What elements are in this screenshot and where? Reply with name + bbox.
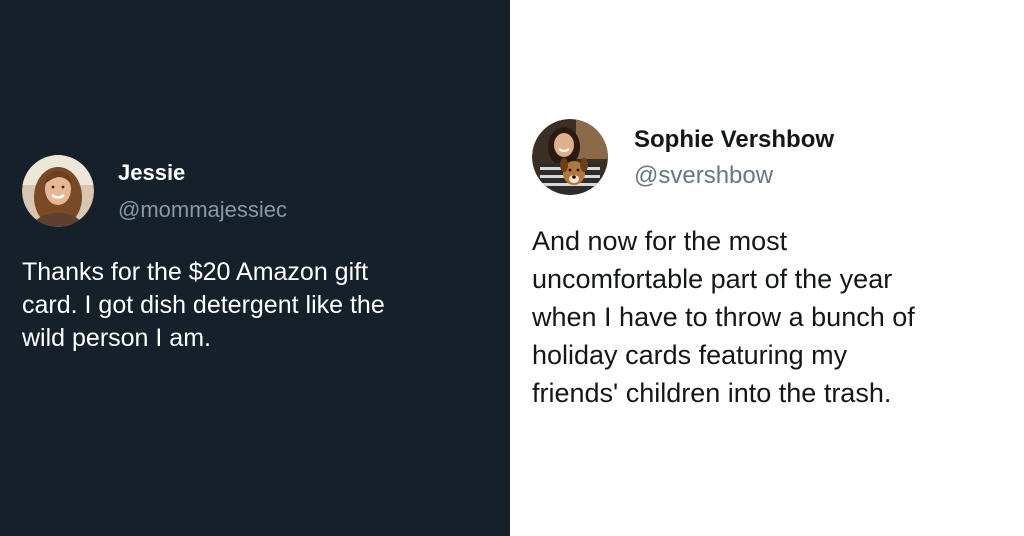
tweet-text-line: And now for the most (532, 226, 788, 256)
left-tweet-card: Jessie @mommajessiec Thanks for the $20 … (0, 0, 510, 536)
author-name[interactable]: Jessie (118, 160, 185, 186)
tweet-text: Thanks for the $20 Amazon gift card. I go… (22, 256, 502, 355)
sophie-avatar-icon[interactable] (532, 119, 608, 195)
right-tweet-card: Sophie Vershbow @svershbow And now for t… (510, 0, 1024, 536)
tweet-text-line: Thanks for the $20 Amazon gift (22, 258, 369, 286)
tweet-text-line: friends' children into the trash. (532, 378, 892, 408)
tweet-text-line: card. I got dish detergent like the (22, 291, 385, 319)
tweet-text-line: uncomfortable part of the year (532, 264, 893, 294)
author-handle[interactable]: @mommajessiec (118, 197, 287, 223)
tweet-text-line: wild person I am. (22, 324, 211, 352)
author-name[interactable]: Sophie Vershbow (634, 126, 834, 154)
author-handle[interactable]: @svershbow (634, 162, 773, 190)
tweet-text-line: when I have to throw a bunch of (532, 302, 915, 332)
jessie-avatar-icon[interactable] (22, 155, 94, 227)
tweet-text: And now for the most uncomfortable part o… (532, 222, 1012, 412)
tweet-text-line: holiday cards featuring my (532, 340, 848, 370)
